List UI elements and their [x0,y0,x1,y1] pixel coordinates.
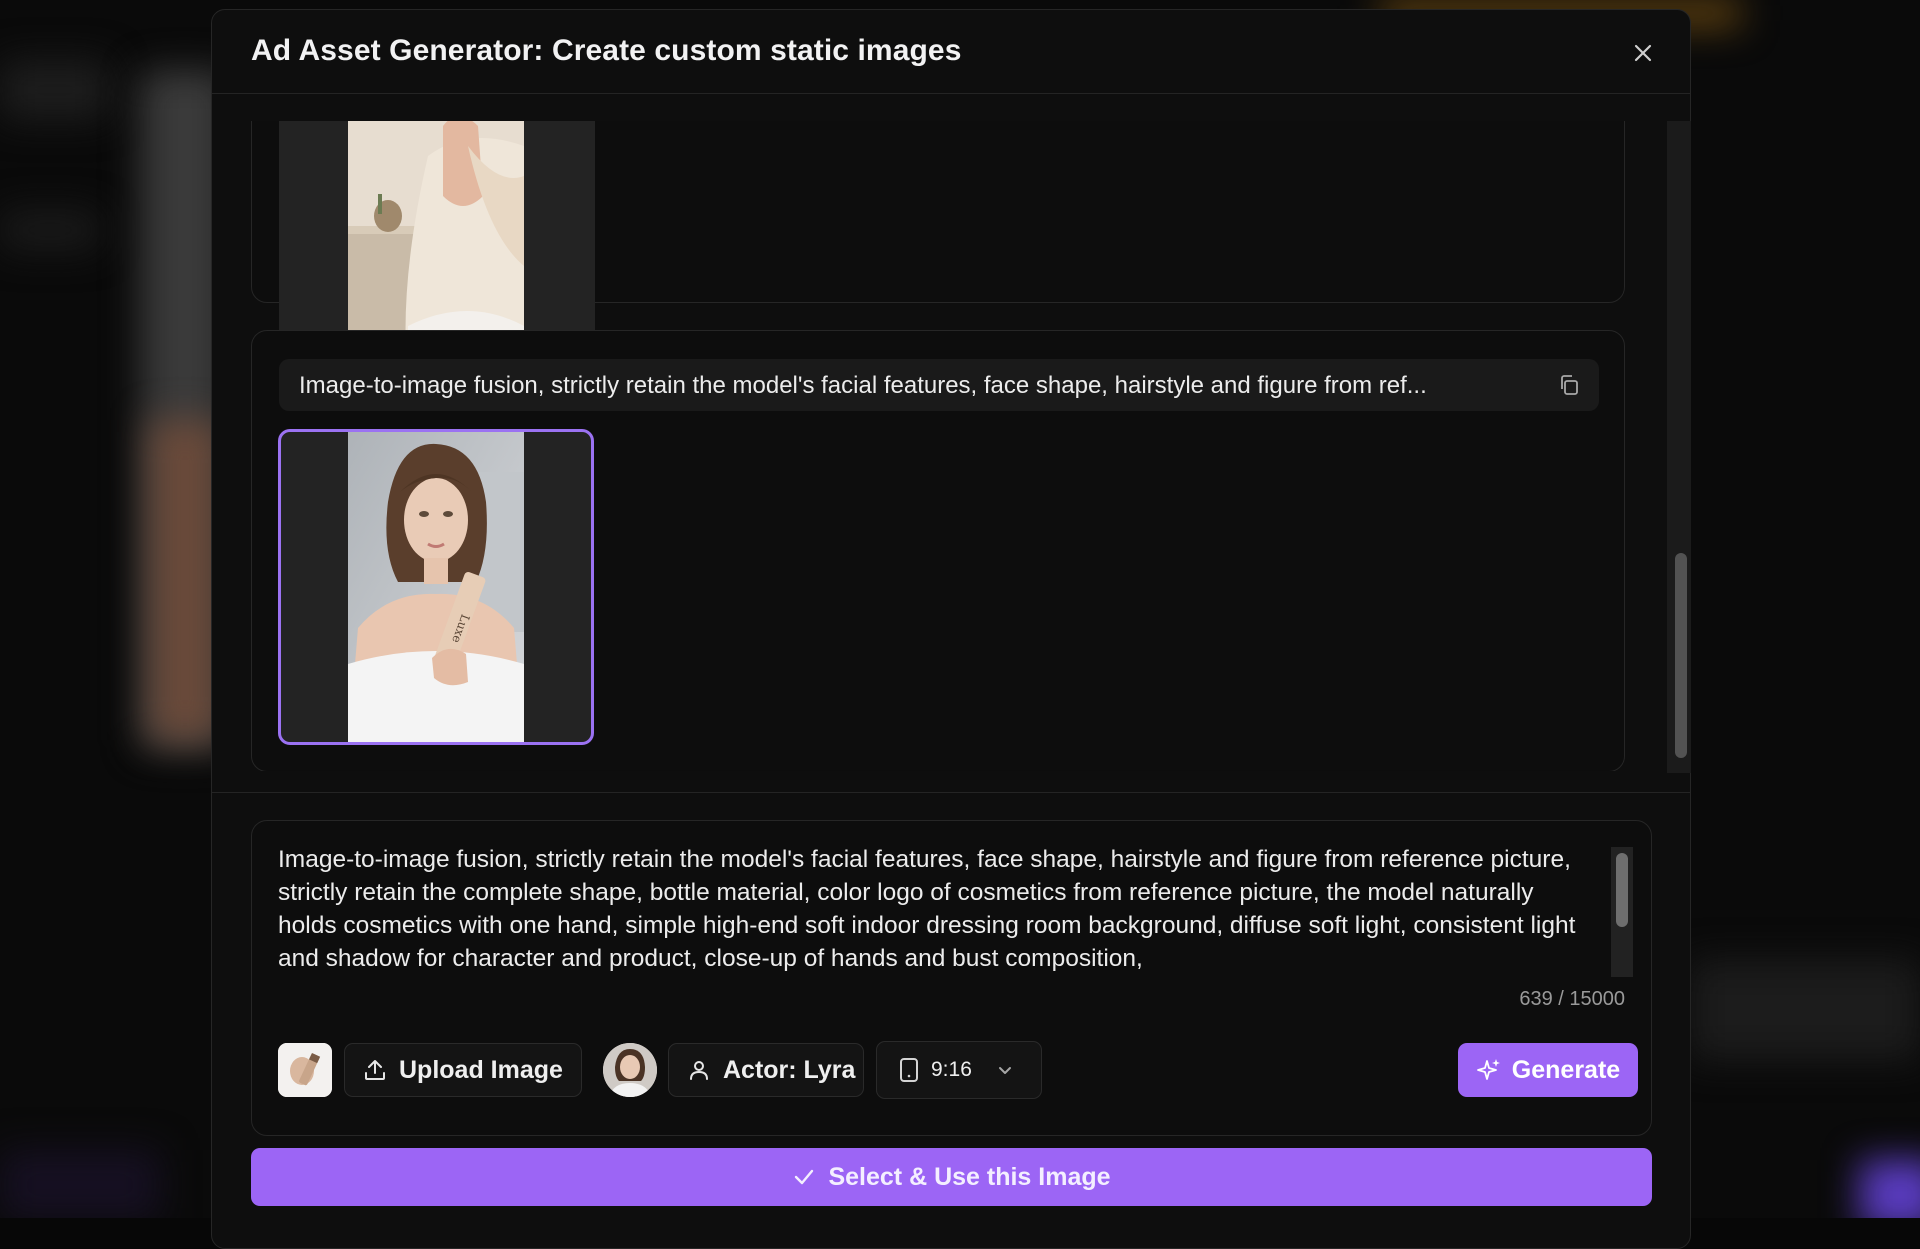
prompt-scrollbar-thumb[interactable] [1616,853,1628,927]
actor-select-button[interactable]: Actor: Lyra [668,1043,864,1097]
history-scrollbar-thumb[interactable] [1675,553,1687,758]
divider [212,792,1690,793]
close-button[interactable] [1630,40,1656,66]
actor-label: Actor: Lyra [723,1056,855,1085]
select-use-image-label: Select & Use this Image [828,1163,1110,1192]
upload-image-label: Upload Image [399,1056,563,1085]
history-card: Image-to-image fusion, strictly retain t… [251,330,1625,771]
select-use-image-button[interactable]: Select & Use this Image [251,1148,1652,1206]
modal-title: Ad Asset Generator: Create custom static… [251,34,962,68]
woman-holding-luxe-tube-image: Luxe [348,432,524,742]
aspect-ratio-value: 9:16 [931,1058,972,1082]
actor-avatar[interactable] [603,1043,657,1097]
upload-icon [363,1058,387,1082]
phone-icon [899,1057,919,1083]
copy-icon [1557,373,1581,397]
copy-prompt-button[interactable] [1557,373,1581,397]
prompt-summary-text: Image-to-image fusion, strictly retain t… [299,372,1539,400]
prompt-summary: Image-to-image fusion, strictly retain t… [279,359,1599,411]
sparkle-icon [1476,1057,1502,1083]
ad-asset-generator-modal: Ad Asset Generator: Create custom static… [211,9,1691,1249]
history-card [251,121,1625,303]
close-icon [1630,40,1656,66]
character-count: 639 / 15000 [1519,988,1625,1011]
composer-toolbar: Upload Image Actor: Lyra [278,1041,1628,1095]
generate-label: Generate [1512,1056,1620,1085]
prompt-input[interactable]: Image-to-image fusion, strictly retain t… [278,843,1588,975]
chevron-down-icon [996,1061,1014,1079]
check-icon [792,1165,816,1189]
product-reference-thumbnail[interactable] [278,1043,332,1097]
generate-button[interactable]: Generate [1458,1043,1638,1097]
generation-history[interactable]: Image-to-image fusion, strictly retain t… [212,121,1692,771]
prompt-composer: Image-to-image fusion, strictly retain t… [251,820,1652,1136]
user-icon [687,1058,711,1082]
modal-header: Ad Asset Generator: Create custom static… [212,10,1690,94]
upload-image-button[interactable]: Upload Image [344,1043,582,1097]
aspect-ratio-select[interactable]: 9:16 [876,1041,1042,1099]
selected-generated-image[interactable]: Luxe [278,429,594,745]
